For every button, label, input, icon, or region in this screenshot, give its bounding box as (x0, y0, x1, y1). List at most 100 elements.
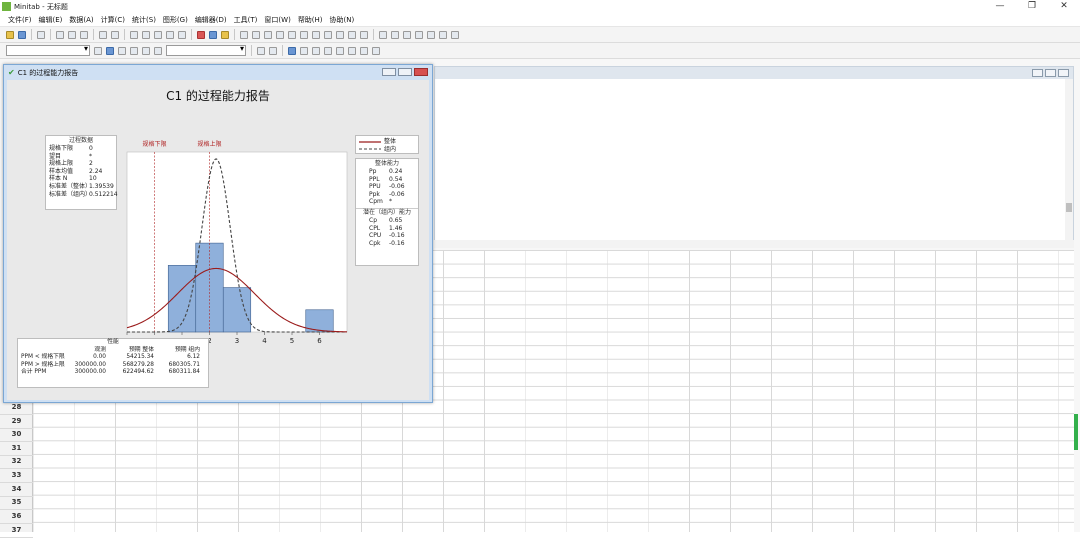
menu-data[interactable]: 数据(A) (69, 15, 93, 25)
zoom-icon[interactable] (269, 46, 277, 55)
assistant-icon[interactable] (221, 30, 229, 39)
maximize-icon[interactable] (1058, 69, 1069, 77)
help-icon[interactable] (209, 30, 217, 39)
project-icon[interactable] (264, 30, 272, 39)
x-tick-label: 6 (317, 337, 322, 345)
open-icon[interactable] (6, 30, 14, 39)
row-label[interactable]: 31 (0, 442, 33, 456)
session-controls (1030, 69, 1069, 77)
row-label[interactable]: 29 (0, 415, 33, 429)
minimize-icon[interactable] (1032, 69, 1043, 77)
process-row: 规格下限 0 (49, 145, 93, 152)
layout-icon[interactable] (324, 30, 332, 39)
row-label[interactable]: 33 (0, 469, 33, 483)
graph-tool-3-icon[interactable] (439, 30, 447, 39)
graph-window-title: C1 的过程能力报告 (17, 68, 79, 77)
close-icon[interactable]: ✕ (1048, 0, 1080, 13)
text-tool-icon[interactable] (300, 46, 308, 55)
capability-box: 整体能力 Pp 0.24 PPL 0.54 PPU -0.06 Ppk -0.06 Cp… (355, 158, 419, 266)
graph-tool-2-icon[interactable] (427, 30, 435, 39)
flip-icon[interactable] (154, 46, 162, 55)
find-icon[interactable] (166, 30, 174, 39)
minimize-icon[interactable]: — (984, 0, 1016, 13)
row-label[interactable]: 30 (0, 428, 33, 442)
row-label[interactable]: 35 (0, 496, 33, 510)
menu-graph[interactable]: 图形(G) (163, 15, 188, 25)
menu-edit[interactable]: 编辑(E) (39, 15, 63, 25)
performance-table: 性能 观测 预期 整体 预期 组内 PPM < 规格下限 0.00 54215.… (17, 338, 209, 388)
session-horizontal-scrollbar[interactable] (434, 240, 1074, 248)
report-icon[interactable] (312, 30, 320, 39)
row-label[interactable]: 36 (0, 510, 33, 524)
item-select[interactable] (166, 44, 246, 56)
paste-icon[interactable] (80, 30, 88, 39)
worksheet-icon[interactable] (252, 30, 260, 39)
toolbar-separator (50, 29, 51, 40)
row-label[interactable]: 34 (0, 483, 33, 497)
row-label[interactable]: 28 (0, 401, 33, 415)
polyline-tool-icon[interactable] (360, 46, 368, 55)
line-tool-icon[interactable] (336, 46, 344, 55)
menu-editor[interactable]: 编辑器(D) (195, 15, 227, 25)
delete-icon[interactable] (257, 46, 265, 55)
window-icon[interactable] (348, 30, 356, 39)
cut-icon[interactable] (56, 30, 64, 39)
column-icon[interactable] (154, 30, 162, 39)
row-label[interactable]: 37 (0, 524, 33, 538)
scale-icon[interactable] (403, 30, 411, 39)
ellipse-tool-icon[interactable] (324, 46, 332, 55)
history-icon[interactable] (288, 30, 296, 39)
polygon-tool-icon[interactable] (372, 46, 380, 55)
menu-stat[interactable]: 统计(S) (132, 15, 156, 25)
capability-graph-window[interactable]: ✔ C1 的过程能力报告 C1 的过程能力报告 过程数据 规格下限 0 望目 * 规… (3, 64, 433, 403)
graph-window-title-bar[interactable]: ✔ C1 的过程能力报告 (4, 65, 432, 80)
annotation-pointer-icon[interactable] (288, 46, 296, 55)
close-icon[interactable] (414, 68, 428, 76)
legend-box: 整体 组内 (355, 135, 419, 154)
rectangle-tool-icon[interactable] (312, 46, 320, 55)
print-icon[interactable] (37, 30, 45, 39)
insert-icon[interactable] (130, 30, 138, 39)
redo-icon[interactable] (111, 30, 119, 39)
menu-help[interactable]: 帮助(H) (298, 15, 323, 25)
save-icon[interactable] (18, 30, 26, 39)
row-icon[interactable] (142, 30, 150, 39)
pointer-icon[interactable] (106, 46, 114, 55)
worksheet-select[interactable] (6, 44, 90, 56)
menu-calc[interactable]: 计算(C) (101, 15, 125, 25)
restore-icon[interactable] (1045, 69, 1056, 77)
menu-tools[interactable]: 工具(T) (234, 15, 258, 25)
capability-row: CPL 1.46 (369, 224, 403, 232)
menu-assistant[interactable]: 协助(N) (330, 15, 355, 25)
usl-label: 规格上限 (197, 140, 221, 148)
maximize-icon[interactable]: ❐ (1016, 0, 1048, 13)
undo-icon[interactable] (99, 30, 107, 39)
menu-window[interactable]: 窗口(W) (264, 15, 290, 25)
session-window[interactable] (434, 66, 1074, 242)
copy-graph-icon[interactable] (360, 30, 368, 39)
minimize-icon[interactable] (382, 68, 396, 76)
info-icon[interactable] (276, 30, 284, 39)
row-label[interactable]: 32 (0, 455, 33, 469)
graph-tool-4-icon[interactable] (451, 30, 459, 39)
crosshair-icon[interactable] (130, 46, 138, 55)
process-data-box: 过程数据 规格下限 0 望目 * 规格上限 2 样本均值 2.24 样本 N 10 标准差… (45, 135, 118, 210)
filter-icon[interactable] (142, 46, 150, 55)
menu-file[interactable]: 文件(F) (8, 15, 32, 25)
brush-tool-icon[interactable] (118, 46, 126, 55)
binoculars-icon[interactable] (178, 30, 186, 39)
marker-tool-icon[interactable] (348, 46, 356, 55)
graphs-icon[interactable] (300, 30, 308, 39)
cancel-icon[interactable] (197, 30, 205, 39)
restore-icon[interactable] (398, 68, 412, 76)
copy-icon[interactable] (68, 30, 76, 39)
scroll-thumb[interactable] (1066, 203, 1072, 212)
brush-icon[interactable] (379, 30, 387, 39)
tile-icon[interactable] (336, 30, 344, 39)
session-icon[interactable] (240, 30, 248, 39)
select-arrow-icon[interactable] (94, 46, 102, 55)
graph-tool-icon[interactable] (415, 30, 423, 39)
edit-graph-icon[interactable] (391, 30, 399, 39)
lsl-label: 规格下限 (142, 140, 166, 148)
session-vertical-scrollbar[interactable] (1065, 79, 1073, 241)
